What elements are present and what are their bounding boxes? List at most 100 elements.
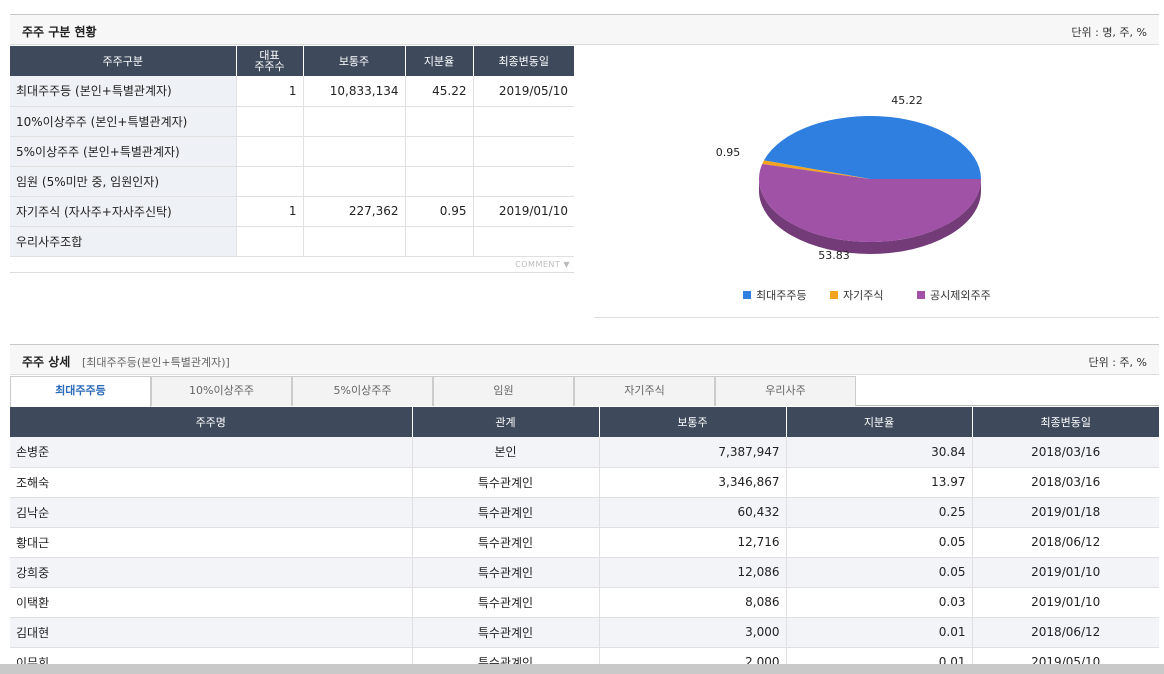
row-ratio: 0.05: [786, 527, 973, 558]
row-name: 김대현: [10, 617, 413, 648]
col-header-shares: 보통주: [303, 46, 406, 76]
row-shares: 3,346,867: [599, 467, 787, 498]
legend-item[interactable]: 자기주식: [843, 289, 883, 302]
legend-swatch: [743, 291, 751, 299]
tab-2[interactable]: 5%이상주주: [292, 376, 433, 406]
table-row: 임원 (5%미만 중, 임원인자): [10, 166, 574, 197]
row-name: 손병준: [10, 437, 413, 468]
table-header-row: 주주명 관계 보통주 지분율 최종변동일: [10, 407, 1159, 437]
row-count: 1: [236, 196, 304, 227]
row-count: [236, 166, 304, 197]
row-shares: [303, 166, 406, 197]
row-relation: 특수관계인: [412, 527, 600, 558]
row-date: [473, 226, 574, 257]
row-shares: 7,387,947: [599, 437, 787, 468]
row-shares: [303, 106, 406, 137]
tab-3[interactable]: 임원: [433, 376, 574, 406]
row-count: [236, 136, 304, 167]
pie-svg: 45.22 0.95 53.83 최대주주등 자기주식 공시제외주주: [716, 94, 991, 302]
section1-title: 주주 구분 현황: [22, 25, 97, 39]
table-row: 조해숙 특수관계인 3,346,867 13.97 2018/03/16: [10, 467, 1159, 498]
section2-title: 주주 상세: [22, 355, 71, 369]
legend-swatch: [917, 291, 925, 299]
row-label: 우리사주조합: [10, 226, 237, 257]
row-ratio: 0.95: [405, 196, 474, 227]
table-row: 우리사주조합: [10, 226, 574, 257]
comment-toggle[interactable]: COMMENT ▼: [515, 260, 570, 269]
legend-item[interactable]: 최대주주등: [756, 289, 807, 302]
col-header-rep-count: 대표 주주수: [236, 46, 304, 76]
col-header-ratio: 지분율: [405, 46, 474, 76]
row-relation: 특수관계인: [412, 557, 600, 588]
row-name: 조해숙: [10, 467, 413, 498]
row-ratio: [405, 136, 474, 167]
table-header-row: 주주구분 대표 주주수 보통주 지분율 최종변동일: [10, 46, 574, 76]
row-ratio: 0.03: [786, 587, 973, 618]
row-date: [473, 166, 574, 197]
tab-4[interactable]: 자기주식: [574, 376, 715, 406]
tab-0[interactable]: 최대주주등: [10, 376, 151, 407]
row-date: 2019/05/10: [473, 76, 574, 107]
col-header-relation: 관계: [412, 407, 600, 437]
table-row: 10%이상주주 (본인+특별관계자): [10, 106, 574, 137]
row-date: 2019/01/18: [972, 497, 1159, 528]
pie-data-label: 53.83: [818, 249, 850, 262]
row-shares: 227,362: [303, 196, 406, 227]
pie-data-label: 0.95: [716, 146, 741, 159]
section1-unit: 단위 : 명, 주, %: [1071, 26, 1147, 39]
horizontal-scrollbar[interactable]: [0, 664, 1164, 674]
row-date: 2019/01/10: [473, 196, 574, 227]
row-date: 2018/03/16: [972, 467, 1159, 498]
row-ratio: 13.97: [786, 467, 973, 498]
detail-tabs: 최대주주등 10%이상주주 5%이상주주 임원 자기주식 우리사주: [10, 376, 1159, 407]
row-date: [473, 136, 574, 167]
row-shares: 12,086: [599, 557, 787, 588]
row-name: 강희중: [10, 557, 413, 588]
row-relation: 본인: [412, 437, 600, 468]
table-row: 자기주식 (자사주+자사주신탁) 1 227,362 0.95 2019/01/10: [10, 196, 574, 227]
section1-header: 주주 구분 현황 단위 : 명, 주, %: [10, 14, 1159, 45]
row-ratio: [405, 106, 474, 137]
row-label: 5%이상주주 (본인+특별관계자): [10, 136, 237, 167]
section2-unit: 단위 : 주, %: [1088, 356, 1147, 369]
row-shares: [303, 136, 406, 167]
row-name: 황대근: [10, 527, 413, 558]
tab-1[interactable]: 10%이상주주: [151, 376, 292, 406]
row-count: 1: [236, 76, 304, 107]
section2-header: 주주 상세 [최대주주등(본인+특별관계자)] 단위 : 주, %: [10, 344, 1159, 375]
tab-5[interactable]: 우리사주: [715, 376, 856, 406]
row-shares: 10,833,134: [303, 76, 406, 107]
table-row: 최대주주등 (본인+특별관계자) 1 10,833,134 45.22 2019/05/…: [10, 76, 574, 107]
row-shares: 12,716: [599, 527, 787, 558]
col-header-shares: 보통주: [599, 407, 787, 437]
row-date: 2018/03/16: [972, 437, 1159, 468]
table-row: 5%이상주주 (본인+특별관계자): [10, 136, 574, 167]
comment-bar: COMMENT ▼: [10, 257, 574, 273]
table-row: 황대근 특수관계인 12,716 0.05 2018/06/12: [10, 527, 1159, 558]
row-date: 2019/01/10: [972, 557, 1159, 588]
row-ratio: [405, 226, 474, 257]
row-ratio: 30.84: [786, 437, 973, 468]
row-shares: 8,086: [599, 587, 787, 618]
col-header-name: 주주명: [10, 407, 413, 437]
section2-subtitle: [최대주주등(본인+특별관계자)]: [82, 356, 230, 369]
row-shares: 3,000: [599, 617, 787, 648]
row-date: [473, 106, 574, 137]
row-name: 이택환: [10, 587, 413, 618]
row-shares: 60,432: [599, 497, 787, 528]
row-count: [236, 106, 304, 137]
row-date: 2019/01/10: [972, 587, 1159, 618]
row-relation: 특수관계인: [412, 617, 600, 648]
table-row: 김낙순 특수관계인 60,432 0.25 2019/01/18: [10, 497, 1159, 528]
row-count: [236, 226, 304, 257]
comment-label: COMMENT: [515, 260, 561, 269]
row-ratio: 45.22: [405, 76, 474, 107]
row-label: 10%이상주주 (본인+특별관계자): [10, 106, 237, 137]
legend-item[interactable]: 공시제외주주: [930, 289, 991, 302]
row-ratio: 0.25: [786, 497, 973, 528]
row-date: 2018/06/12: [972, 527, 1159, 558]
row-label: 임원 (5%미만 중, 임원인자): [10, 166, 237, 197]
shareholder-pie-chart: 45.22 0.95 53.83 최대주주등 자기주식 공시제외주주: [594, 46, 1159, 318]
col-header-category: 주주구분: [10, 46, 237, 76]
table-row: 강희중 특수관계인 12,086 0.05 2019/01/10: [10, 557, 1159, 588]
